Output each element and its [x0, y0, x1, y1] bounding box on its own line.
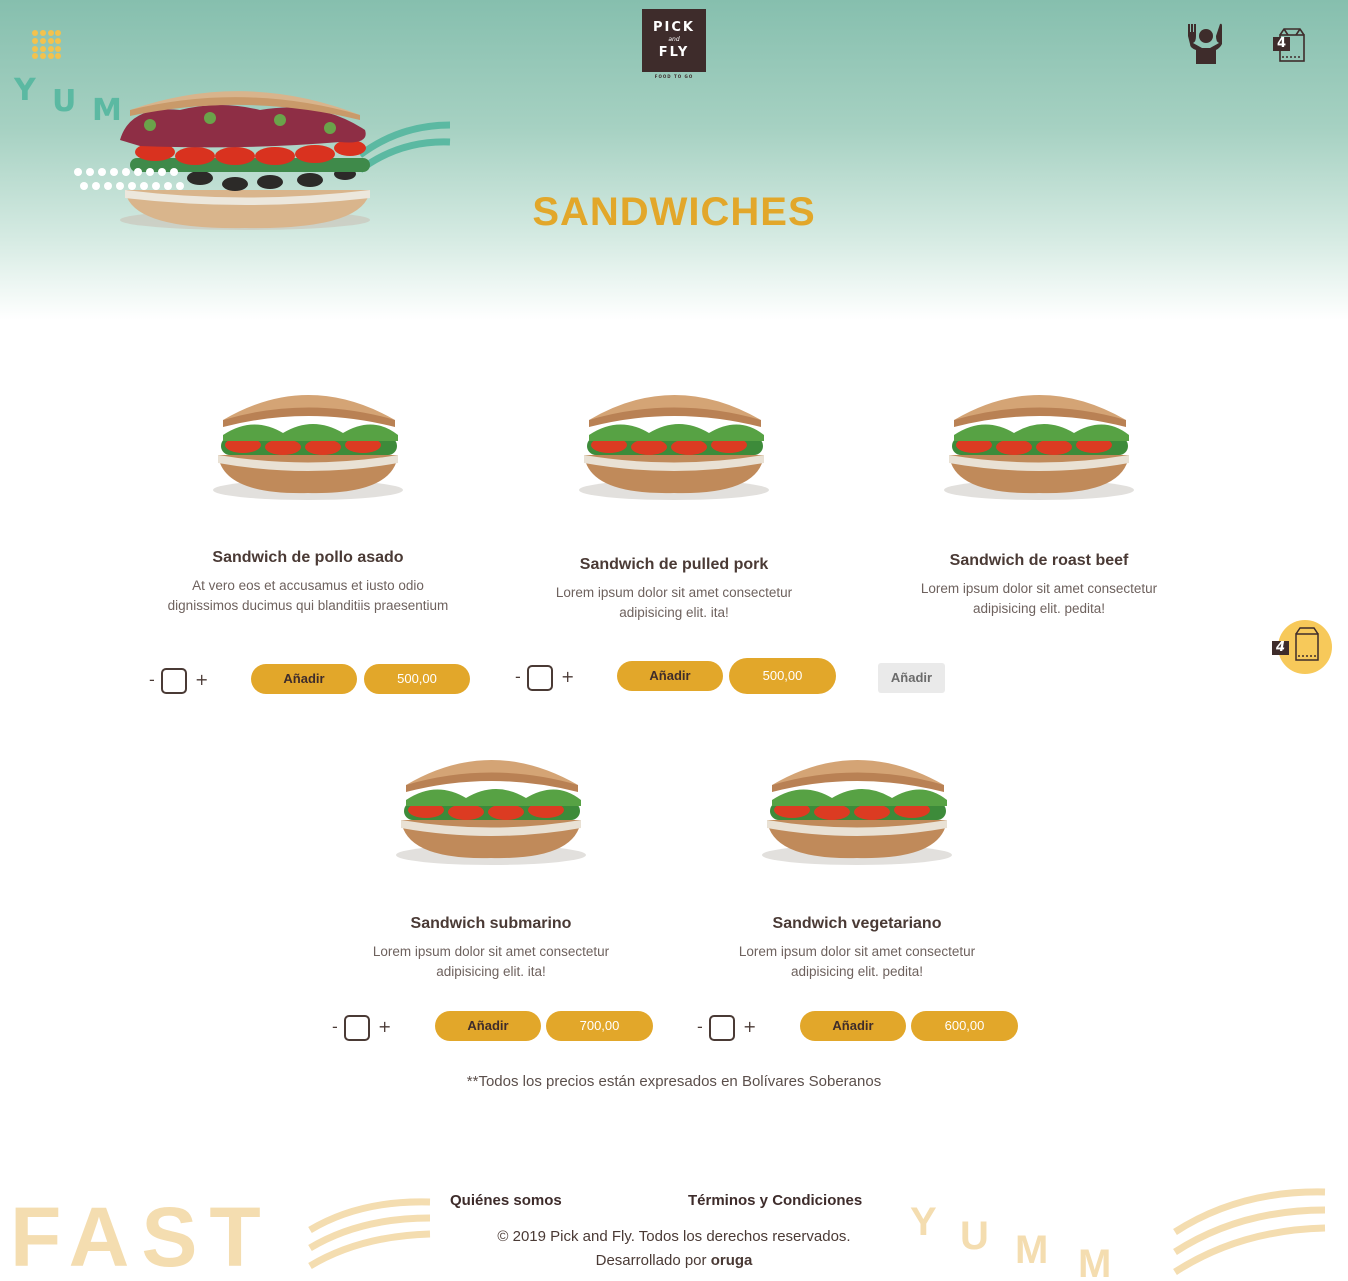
quantity-input[interactable]	[344, 1015, 370, 1041]
logo-tagline: FOOD TO GO	[654, 74, 694, 79]
pick-and-fly-logo[interactable]: PICK and FLY FOOD TO GO	[642, 9, 706, 79]
quantity-input[interactable]	[161, 668, 187, 694]
sandwich-image	[944, 395, 1134, 500]
quantity-stepper: - +	[515, 665, 575, 691]
quantity-stepper: - +	[332, 1015, 392, 1041]
page-title: SANDWICHES	[532, 190, 816, 234]
product-description: Lorem ipsum dolor sit amet consectetur a…	[372, 944, 610, 979]
product-card: Sandwich de pollo asado At vero eos et a…	[148, 375, 468, 695]
logo-text-and: and	[668, 36, 680, 43]
developer-credit: Desarrollado por oruga	[0, 1249, 1348, 1273]
footer-copyright: © 2019 Pick and Fly. Todos los derechos …	[0, 1225, 1348, 1273]
user-icon[interactable]	[1182, 22, 1230, 66]
add-to-cart-button[interactable]: Añadir	[617, 661, 723, 691]
copyright-text: © 2019 Pick and Fly. Todos los derechos …	[497, 1228, 851, 1245]
product-description: At vero eos et accusamus et iusto odio d…	[167, 578, 449, 613]
quantity-input[interactable]	[527, 665, 553, 691]
product-name: Sandwich de pollo asado	[212, 549, 404, 566]
price-currency-note: **Todos los precios están expresados en …	[466, 1073, 882, 1090]
increment-button[interactable]: +	[195, 670, 208, 689]
add-to-cart-button[interactable]: Añadir	[800, 1011, 906, 1041]
logo-text-pick: PICK	[653, 20, 695, 35]
product-name: Sandwich de roast beef	[949, 552, 1129, 569]
product-card: Sandwich de roast beef Lorem ipsum dolor…	[879, 375, 1199, 695]
add-to-cart-button[interactable]: Añadir	[435, 1011, 541, 1041]
product-description: Lorem ipsum dolor sit amet consectetur a…	[555, 585, 793, 620]
increment-button[interactable]: +	[378, 1017, 391, 1036]
decrement-button[interactable]: -	[149, 670, 155, 689]
add-to-cart-button[interactable]: Añadir	[251, 664, 357, 694]
sandwich-image	[762, 760, 952, 865]
quantity-stepper: - +	[697, 1015, 757, 1041]
developed-by-label: Desarrollado por	[595, 1252, 707, 1269]
cart-count-badge: 4	[1273, 37, 1291, 51]
sandwich-image	[396, 760, 586, 865]
product-card: Sandwich de pulled pork Lorem ipsum dolo…	[514, 375, 834, 695]
product-name: Sandwich de pulled pork	[579, 556, 769, 573]
footer-link-about[interactable]: Quiénes somos	[450, 1192, 562, 1209]
quantity-stepper: - +	[149, 668, 209, 694]
sandwich-image	[213, 395, 403, 500]
price-badge: 500,00	[364, 664, 470, 694]
decrement-button[interactable]: -	[332, 1017, 338, 1036]
increment-button[interactable]: +	[743, 1017, 756, 1036]
developer-link[interactable]: oruga	[711, 1252, 753, 1269]
product-name: Sandwich vegetariano	[772, 915, 942, 932]
hero-decor-letter: Y	[14, 73, 36, 108]
price-badge: 500,00	[729, 658, 836, 694]
product-description: Lorem ipsum dolor sit amet consectetur a…	[738, 944, 976, 979]
price-badge: 700,00	[546, 1011, 653, 1041]
increment-button[interactable]: +	[561, 667, 574, 686]
logo-text-fly: FLY	[658, 45, 690, 60]
grid-menu-icon[interactable]	[31, 29, 61, 59]
quantity-input[interactable]	[709, 1015, 735, 1041]
footer-link-terms[interactable]: Términos y Condiciones	[688, 1192, 862, 1209]
floating-cart-count: 4	[1272, 641, 1290, 655]
decrement-button[interactable]: -	[515, 667, 521, 686]
product-description: Lorem ipsum dolor sit amet consectetur a…	[920, 581, 1158, 616]
sandwich-image	[579, 395, 769, 500]
add-to-cart-button-disabled[interactable]: Añadir	[878, 663, 945, 693]
decrement-button[interactable]: -	[697, 1017, 703, 1036]
product-name: Sandwich submarino	[410, 915, 572, 932]
price-badge: 600,00	[911, 1011, 1018, 1041]
